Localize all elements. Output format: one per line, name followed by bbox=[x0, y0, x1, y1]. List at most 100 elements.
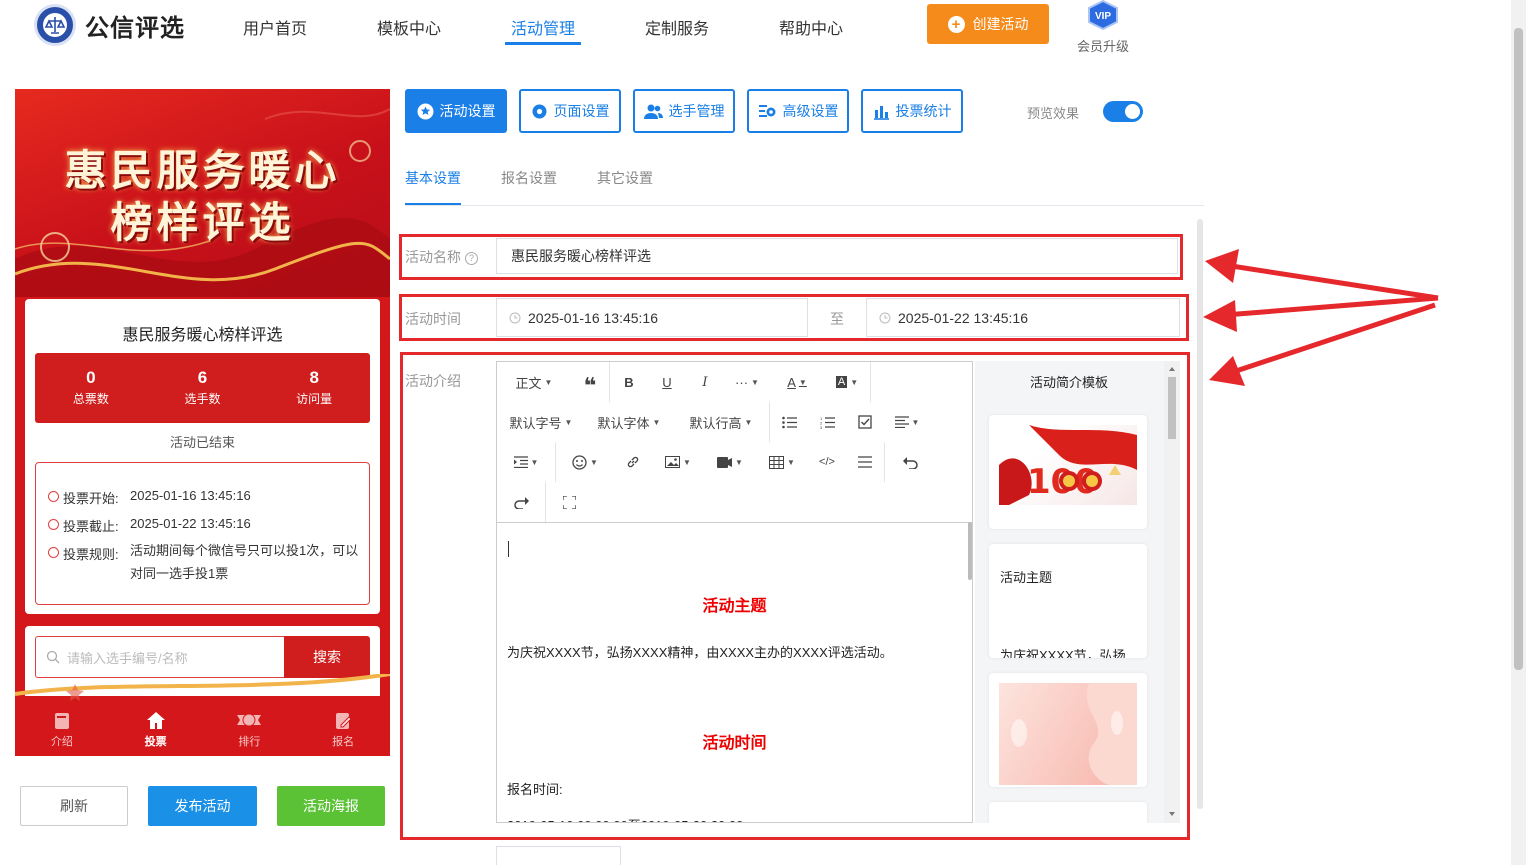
more-styles-icon[interactable]: ··· ▼ bbox=[724, 375, 770, 390]
numbered-list-icon[interactable]: 123 bbox=[808, 416, 846, 429]
tab-intro[interactable]: 介绍 bbox=[15, 704, 109, 756]
tab-vote[interactable]: 投票 bbox=[109, 704, 203, 756]
code-icon[interactable]: </> bbox=[808, 456, 846, 468]
end-time-input[interactable]: 2025-01-22 13:45:16 bbox=[866, 298, 1180, 337]
bar-chart-icon bbox=[873, 105, 889, 120]
content-paragraph-signup-time: 2019-05-10 09:00:00至2019-05-20 20:00 bbox=[507, 815, 743, 822]
paragraph-format-select[interactable]: 正文 ▼ bbox=[497, 373, 571, 392]
content-paragraph-theme: 为庆祝XXXX节，弘扬XXXX精神，由XXXX主办的XXXX评选活动。 bbox=[507, 645, 893, 660]
redo-icon[interactable] bbox=[497, 496, 545, 509]
editor-scrollbar[interactable] bbox=[968, 522, 972, 580]
nav-active-indicator bbox=[505, 42, 581, 45]
search-button[interactable]: 搜索 bbox=[284, 636, 370, 678]
tab-vote-statistics[interactable]: 投票统计 bbox=[861, 89, 963, 133]
svg-text:3: 3 bbox=[820, 425, 823, 429]
nav-templates[interactable]: 模板中心 bbox=[377, 15, 441, 39]
preview-toggle[interactable] bbox=[1103, 101, 1143, 122]
font-size-select[interactable]: 默认字号 ▼ bbox=[497, 413, 585, 432]
tab-page-settings[interactable]: 页面设置 bbox=[519, 89, 621, 133]
create-activity-button[interactable]: + 创建活动 bbox=[927, 4, 1049, 44]
template-thumbnail: 100 bbox=[999, 425, 1137, 505]
template-card[interactable]: 活动主题 为庆祝XXXX节，弘扬 bbox=[989, 544, 1147, 658]
nav-user-home[interactable]: 用户首页 bbox=[243, 15, 307, 39]
editor-content-area[interactable]: 活动主题 为庆祝XXXX节，弘扬XXXX精神，由XXXX主办的XXXX评选活动。… bbox=[497, 522, 972, 822]
tab-ranking-label: 排行 bbox=[238, 736, 261, 748]
template-card-text: 为庆祝XXXX节，弘扬 bbox=[1000, 648, 1126, 658]
annotation-arrows bbox=[1203, 249, 1439, 386]
nav-custom-service[interactable]: 定制服务 bbox=[645, 15, 709, 39]
subtab-divider bbox=[405, 205, 1204, 206]
line-height-select[interactable]: 默认行高 ▼ bbox=[673, 413, 769, 432]
fullscreen-icon[interactable] bbox=[546, 495, 592, 509]
nav-help-center[interactable]: 帮助中心 bbox=[779, 15, 843, 39]
divider-line-icon[interactable] bbox=[846, 456, 884, 468]
vip-badge-icon: VIP bbox=[1088, 0, 1118, 31]
nav-activity-management[interactable]: 活动管理 bbox=[511, 15, 575, 39]
activity-status: 活动已结束 bbox=[169, 435, 235, 450]
stat-label: 总票数 bbox=[72, 392, 109, 406]
image-icon[interactable]: ▼ bbox=[652, 456, 704, 468]
template-scroll-thumb[interactable] bbox=[1168, 377, 1176, 439]
link-icon[interactable] bbox=[614, 455, 652, 469]
contestant-search-input[interactable]: 请输入选手编号/名称 bbox=[35, 636, 285, 678]
tab-page-settings-label: 页面设置 bbox=[553, 103, 610, 119]
bold-icon[interactable]: B bbox=[610, 375, 648, 390]
emoji-icon[interactable]: ▼ bbox=[556, 454, 614, 470]
subtab-basic-settings[interactable]: 基本设置 bbox=[405, 168, 461, 188]
undo-icon[interactable] bbox=[885, 456, 935, 469]
bullet-list-icon[interactable] bbox=[770, 416, 808, 429]
clock-icon bbox=[509, 312, 521, 323]
next-field-input[interactable] bbox=[496, 846, 621, 865]
template-card[interactable] bbox=[989, 802, 1147, 823]
mobile-preview: 惠民服务暖心 榜样评选 惠民服务暖心榜样评选 0 总票数 6 选手数 8 访问量… bbox=[15, 89, 390, 756]
start-time-input[interactable]: 2025-01-16 13:45:16 bbox=[496, 298, 808, 337]
vip-upgrade[interactable]: VIP 会员升级 bbox=[1073, 0, 1133, 55]
subtab-active-indicator bbox=[405, 203, 461, 205]
toolbar-separator bbox=[870, 362, 871, 402]
page-scrollbar[interactable] bbox=[1511, 0, 1526, 865]
activity-info-card: 惠民服务暖心榜样评选 0 总票数 6 选手数 8 访问量 活动已结束 投票开始:… bbox=[25, 299, 380, 614]
activity-name-label-text: 活动名称 bbox=[405, 249, 461, 265]
create-activity-label: 创建活动 bbox=[972, 16, 1029, 32]
tab-activity-settings-label: 活动设置 bbox=[439, 103, 496, 119]
underline-icon[interactable]: U bbox=[648, 375, 686, 390]
vip-upgrade-label: 会员升级 bbox=[1076, 39, 1129, 54]
time-range-separator: 至 bbox=[830, 311, 844, 327]
indent-icon[interactable]: ▼ bbox=[497, 456, 555, 468]
table-icon[interactable]: ▼ bbox=[756, 455, 808, 469]
brand-logo[interactable]: 公信评选 bbox=[34, 4, 185, 46]
page-scroll-thumb[interactable] bbox=[1514, 28, 1523, 670]
activity-name-input[interactable]: 惠民服务暖心榜样评选 bbox=[496, 238, 1178, 274]
subtab-signup-settings[interactable]: 报名设置 bbox=[501, 168, 557, 188]
background-color-icon[interactable]: A ▼ bbox=[824, 376, 870, 388]
activity-title: 惠民服务暖心榜样评选 bbox=[122, 327, 283, 344]
tab-advanced-settings[interactable]: 高级设置 bbox=[747, 89, 849, 133]
align-icon[interactable]: ▼ bbox=[884, 416, 930, 428]
tab-ranking[interactable]: 排行 bbox=[203, 704, 297, 756]
font-size-label: 默认字号 bbox=[509, 415, 562, 431]
activity-intro-label: 活动介绍 bbox=[405, 373, 461, 389]
refresh-button[interactable]: 刷新 bbox=[20, 786, 128, 826]
publish-activity-button[interactable]: 发布活动 bbox=[148, 786, 257, 826]
font-family-select[interactable]: 默认字体 ▼ bbox=[585, 413, 673, 432]
editor-toolbar-row-4 bbox=[497, 482, 592, 522]
todo-checkbox-icon[interactable] bbox=[846, 415, 884, 429]
blockquote-icon[interactable]: ❝ bbox=[571, 365, 609, 399]
video-icon[interactable]: ▼ bbox=[704, 456, 756, 468]
tab-activity-settings[interactable]: 活动设置 bbox=[405, 89, 507, 133]
mobile-tabbar: 介绍 投票 排行 报名 bbox=[15, 704, 390, 756]
content-heading-theme: 活动主题 bbox=[702, 598, 767, 615]
template-card[interactable]: 100 bbox=[989, 415, 1147, 529]
vote-end-row: 投票截止: 2025-01-22 13:45:16 bbox=[48, 516, 251, 535]
template-card[interactable] bbox=[989, 673, 1147, 787]
subtab-other-settings[interactable]: 其它设置 bbox=[597, 168, 653, 188]
gear-icon bbox=[532, 104, 546, 118]
activity-poster-button[interactable]: 活动海报 bbox=[277, 786, 385, 826]
help-icon[interactable]: ? bbox=[465, 252, 478, 265]
tab-signup[interactable]: 报名 bbox=[296, 704, 390, 756]
italic-icon[interactable]: I bbox=[686, 375, 724, 390]
font-color-icon[interactable]: A ▼ bbox=[770, 375, 824, 390]
tab-contestant-management[interactable]: 选手管理 bbox=[633, 89, 735, 133]
template-scrollbar[interactable] bbox=[1164, 361, 1180, 823]
template-thumbnail bbox=[999, 683, 1137, 785]
